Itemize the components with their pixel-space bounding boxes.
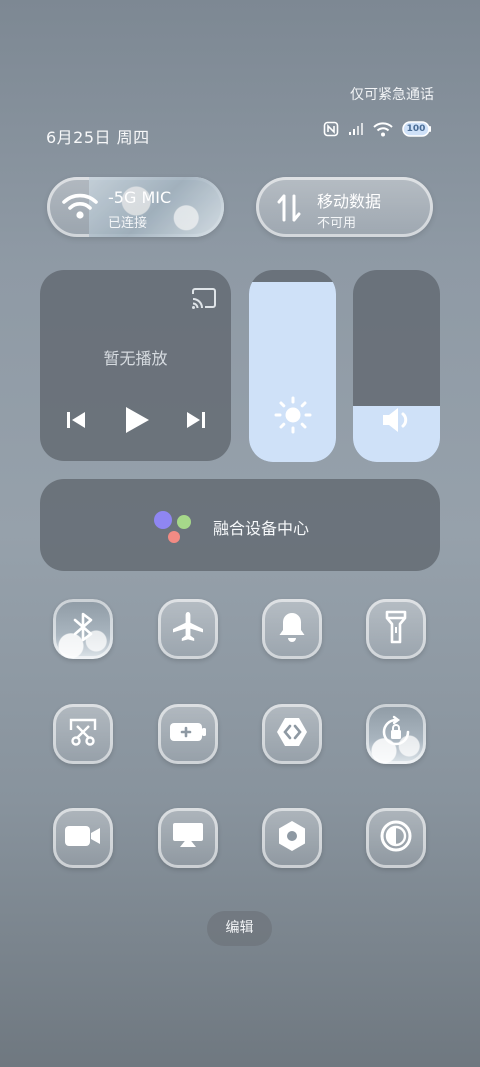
screen-cast-icon	[171, 821, 205, 855]
dark-mode-toggle[interactable]	[366, 808, 426, 868]
play-icon[interactable]	[124, 406, 150, 438]
mobile-data-toggle[interactable]: 移动数据 不可用	[256, 177, 433, 237]
wifi-toggle[interactable]: -5G MIC 已连接	[47, 177, 224, 237]
battery-icon: 100	[402, 121, 432, 137]
screen-cast-toggle[interactable]	[158, 808, 218, 868]
airplane-mode-toggle[interactable]	[158, 599, 218, 659]
speaker-icon	[381, 406, 413, 438]
contrast-icon	[379, 819, 413, 857]
mobile-data-status: 不可用	[317, 216, 357, 231]
settings-toggle[interactable]	[262, 808, 322, 868]
volume-slider[interactable]	[353, 270, 440, 462]
screenshot-scissors-icon	[67, 716, 99, 752]
date-label: 6月25日 周四	[46, 128, 150, 147]
sun-icon	[274, 396, 312, 438]
flashlight-icon	[384, 610, 408, 648]
fusion-logo-icon	[154, 511, 191, 543]
video-camera-icon	[64, 824, 102, 852]
battery-saver-toggle[interactable]	[158, 704, 218, 764]
battery-level: 100	[406, 124, 426, 134]
screen-record-toggle[interactable]	[53, 808, 113, 868]
media-status: 暂无播放	[103, 349, 168, 368]
wifi-icon	[62, 193, 98, 225]
edit-button[interactable]: 编辑	[207, 911, 272, 946]
carrier-status: 仅可紧急通话	[350, 87, 434, 103]
nfc-icon	[323, 121, 339, 137]
wifi-status: 已连接	[108, 216, 148, 231]
rotation-lock-icon	[379, 715, 413, 753]
previous-icon[interactable]	[66, 410, 86, 434]
signal-icon	[348, 122, 364, 136]
battery-plus-icon	[169, 721, 207, 747]
status-icons: 100	[323, 121, 432, 137]
data-transfer-icon	[276, 192, 302, 228]
bell-icon	[277, 611, 307, 647]
brightness-slider[interactable]	[249, 270, 336, 462]
ring-mode-toggle[interactable]	[262, 599, 322, 659]
cast-icon[interactable]	[191, 288, 217, 314]
media-player-card[interactable]: 暂无播放	[40, 270, 231, 461]
rotation-lock-toggle[interactable]	[366, 704, 426, 764]
hexagon-settings-icon	[275, 819, 309, 857]
airplane-icon	[171, 610, 205, 648]
mobile-data-label: 移动数据	[317, 192, 382, 211]
wifi-icon	[373, 121, 393, 137]
bluetooth-icon	[71, 611, 95, 647]
vpn-link-toggle[interactable]	[262, 704, 322, 764]
next-icon[interactable]	[186, 410, 206, 434]
flashlight-toggle[interactable]	[366, 599, 426, 659]
link-icon	[275, 715, 309, 753]
fusion-device-center-label: 融合设备中心	[213, 519, 310, 538]
fusion-device-center[interactable]: 融合设备中心	[40, 479, 440, 571]
wifi-network-name: -5G MIC	[108, 188, 172, 207]
screenshot-toggle[interactable]	[53, 704, 113, 764]
bluetooth-toggle[interactable]	[53, 599, 113, 659]
